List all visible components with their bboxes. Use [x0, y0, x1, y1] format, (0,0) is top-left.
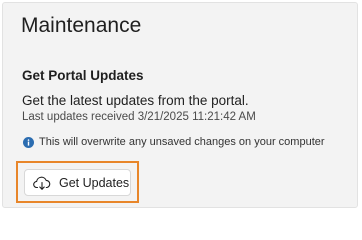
last-updated-text: Last updates received 3/21/2025 11:21:42… [22, 111, 256, 123]
overwrite-warning: This will overwrite any unsaved changes … [23, 136, 325, 148]
section-description: Get the latest updates from the portal. [22, 93, 249, 108]
section-title: Get Portal Updates [22, 68, 144, 83]
maintenance-panel: Maintenance Get Portal Updates Get the l… [2, 2, 358, 208]
get-updates-label: Get Updates [59, 175, 130, 190]
get-updates-button[interactable]: Get Updates [24, 169, 131, 196]
cloud-download-icon [33, 176, 51, 190]
warning-text: This will overwrite any unsaved changes … [39, 136, 325, 148]
page-title: Maintenance [21, 14, 142, 37]
info-icon [23, 136, 34, 148]
